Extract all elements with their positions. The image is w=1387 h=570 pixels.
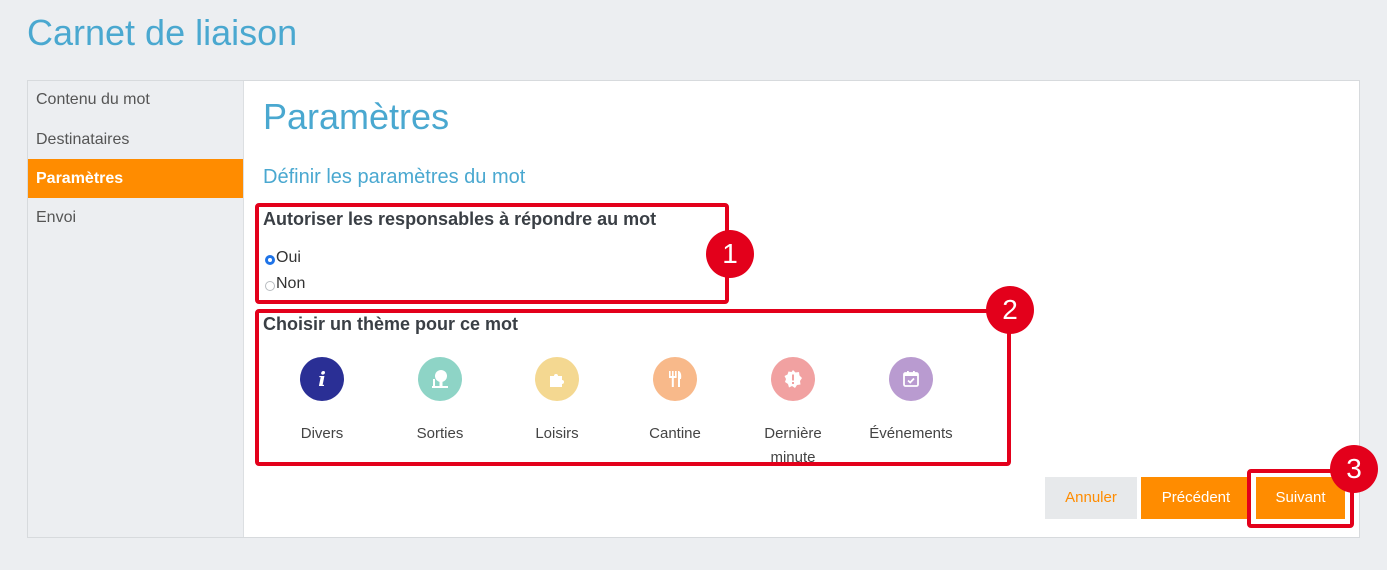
annotation-badge-3: 3 [1330,445,1378,493]
sidebar-item-parametres[interactable]: Paramètres [28,159,243,198]
annotation-badge-1: 1 [706,230,754,278]
sidebar: Contenu du mot Destinataires Paramètres … [28,81,244,537]
section-subtitle: Définir les paramètres du mot [263,166,526,188]
section-title: Paramètres [263,96,450,137]
highlight-box-reply [255,203,729,304]
highlight-box-theme [255,309,1011,466]
sidebar-item-destinataires[interactable]: Destinataires [28,120,243,159]
cancel-button[interactable]: Annuler [1045,477,1137,519]
sidebar-item-contenu[interactable]: Contenu du mot [28,81,243,120]
previous-button[interactable]: Précédent [1141,477,1251,519]
sidebar-item-envoi[interactable]: Envoi [28,198,243,237]
page-title: Carnet de liaison [27,12,298,53]
annotation-badge-2: 2 [986,286,1034,334]
